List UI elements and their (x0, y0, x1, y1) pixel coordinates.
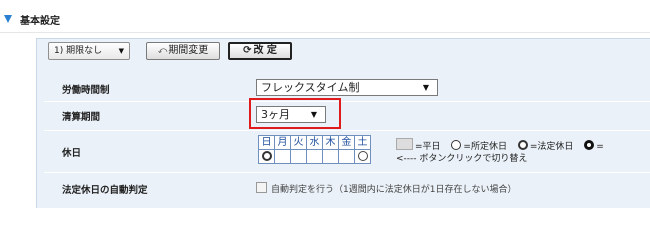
section-title: 基本設定 (20, 16, 60, 27)
revise-label: 改 定 (253, 45, 277, 56)
weekday-sun: 日 (258, 135, 275, 150)
holiday-toggle-sat[interactable] (354, 149, 371, 164)
holiday-toggle-fri[interactable] (338, 149, 355, 164)
period-change-button[interactable]: ⤺期間変更 (146, 42, 220, 60)
dropdown-arrow-icon: ▼ (118, 47, 124, 55)
weekday-thu: 木 (322, 135, 339, 150)
row-divider (44, 130, 650, 131)
period-change-label: 期間変更 (168, 45, 209, 56)
weekday-mon: 月 (274, 135, 291, 150)
weekday-tue: 火 (290, 135, 307, 150)
scheduled-holiday-icon (357, 151, 368, 161)
auto-judgement-checkbox-label: 自動判定を行う（1週間内に法定休日が1日存在しない場合） (271, 185, 517, 195)
weekday-header-row: 日 月 火 水 木 金 土 (258, 135, 371, 150)
holiday-toggle-tue[interactable] (290, 149, 307, 164)
row-divider (44, 172, 650, 173)
legal-holiday-icon (517, 140, 528, 150)
auto-judgement-option[interactable]: 自動判定を行う（1週間内に法定休日が1日存在しない場合） (256, 182, 516, 195)
period-select[interactable]: 1) 期限なし ▼ (48, 42, 130, 60)
weekday-sat: 土 (354, 135, 371, 150)
holiday-label: 休日 (62, 148, 82, 159)
weekday-fri: 金 (338, 135, 355, 150)
row-divider (44, 101, 650, 102)
weekday-grid: 日 月 火 水 木 金 土 (258, 135, 371, 164)
toggle-hint: <---- ボタンクリックで切り替え (396, 154, 528, 164)
period-select-value: 1) 期限なし (54, 46, 103, 56)
labor-system-label: 労働時間制 (62, 85, 110, 96)
legal-holiday-icon (261, 151, 272, 161)
auto-judgement-checkbox[interactable] (256, 182, 267, 193)
holiday-toggle-row (258, 149, 371, 164)
holiday-legend: =平日 =所定休日 =法定休日 = (396, 138, 604, 152)
labor-system-select[interactable]: フレックスタイム制 ▼ (256, 79, 438, 96)
holiday-toggle-sun[interactable] (258, 149, 275, 164)
refresh-icon: ⟳ (243, 45, 252, 56)
labor-system-value: フレックスタイム制 (261, 81, 360, 94)
auto-judgement-label: 法定休日の自動判定 (62, 185, 148, 196)
holiday-toggle-thu[interactable] (322, 149, 339, 164)
title-divider (0, 32, 650, 33)
weekday-swatch-icon (396, 138, 413, 150)
highlight-box (249, 98, 341, 129)
settlement-period-label: 清算期間 (62, 112, 101, 123)
holiday-toggle-wed[interactable] (306, 149, 323, 164)
bold-circle-icon (584, 140, 595, 150)
curve-arrow-icon: ⤺ (157, 46, 168, 56)
holiday-toggle-mon[interactable] (274, 149, 291, 164)
scheduled-holiday-icon (451, 140, 462, 150)
section-header[interactable]: 基本設定 (4, 12, 60, 27)
legend-legal: =法定休日 (529, 142, 574, 152)
weekday-wed: 水 (306, 135, 323, 150)
collapse-triangle-icon[interactable] (4, 15, 12, 23)
legend-extra: = (596, 142, 604, 152)
revise-button[interactable]: ⟳ 改 定 (228, 42, 292, 60)
dropdown-arrow-icon: ▼ (422, 83, 429, 92)
